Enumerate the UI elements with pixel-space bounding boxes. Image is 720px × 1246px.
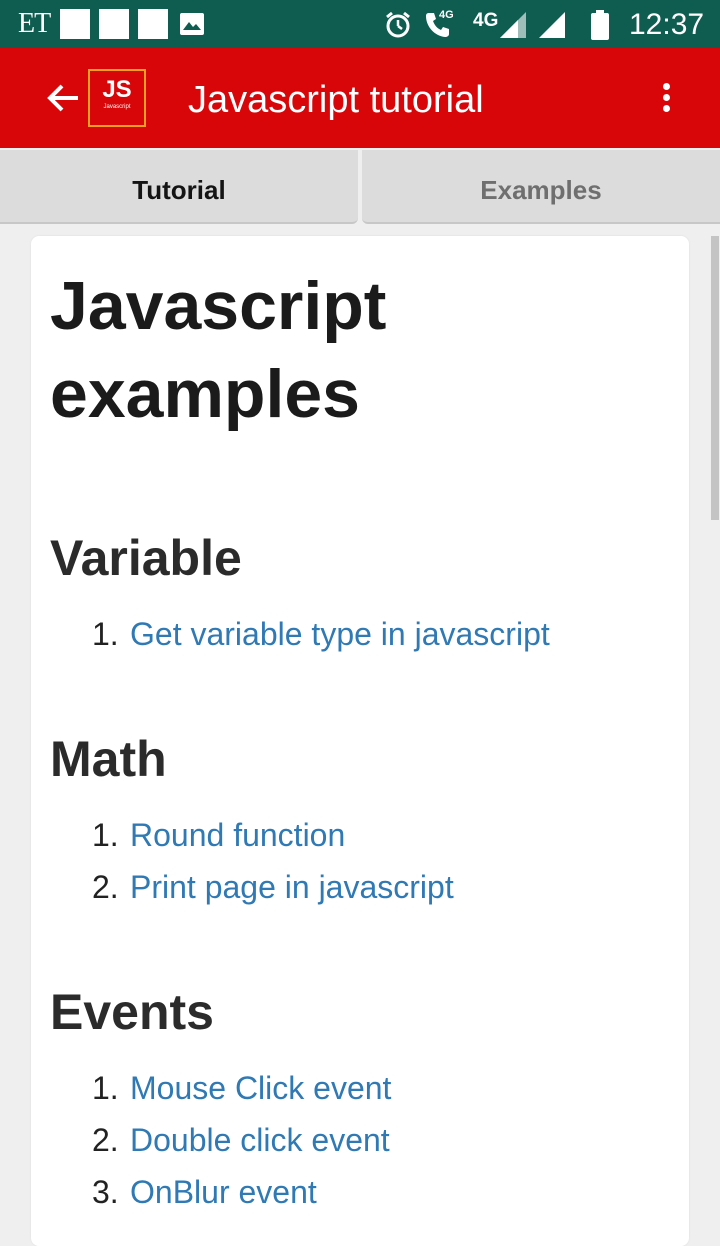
list-number: 2. — [92, 869, 119, 905]
tab-examples[interactable]: Examples — [362, 150, 720, 224]
notification-icon — [99, 9, 129, 39]
list-number: 1. — [92, 817, 119, 853]
page-heading: Javascript examples — [50, 268, 387, 432]
list-item: 2. Double click event — [92, 1120, 390, 1160]
list-number: 1. — [92, 616, 119, 652]
logo-text: JS — [102, 76, 132, 103]
link-mouse-click-event[interactable]: Mouse Click event — [130, 1070, 391, 1106]
logo-subtext: Javascript — [103, 104, 131, 110]
clock: 12:37 — [629, 8, 705, 41]
link-print-page[interactable]: Print page in javascript — [130, 869, 454, 905]
notification-icon — [60, 9, 90, 39]
app-logo: JS Javascript — [88, 69, 146, 127]
section-heading-variable: Variable — [50, 530, 242, 586]
back-arrow-icon[interactable] — [44, 78, 84, 118]
tab-bar: Tutorial Examples — [0, 148, 720, 226]
section-heading-events: Events — [50, 984, 214, 1040]
more-options-icon[interactable] — [655, 83, 677, 119]
notification-icon — [138, 9, 168, 39]
network-type-small: 4G — [439, 9, 454, 21]
app-title: Javascript tutorial — [188, 79, 484, 121]
carrier-label: ET — [18, 8, 51, 39]
app-bar: JS Javascript Javascript tutorial — [0, 48, 720, 148]
list-number: 3. — [92, 1174, 119, 1210]
list-item: 1. Get variable type in javascript — [92, 614, 550, 654]
signal-icon — [500, 12, 526, 38]
image-notification-icon — [180, 13, 204, 35]
battery-icon — [591, 10, 609, 40]
alarm-icon — [386, 11, 410, 38]
link-get-variable-type[interactable]: Get variable type in javascript — [130, 616, 550, 652]
network-type-large: 4G — [473, 10, 499, 31]
list-number: 1. — [92, 1070, 119, 1106]
list-item: 2. Print page in javascript — [92, 867, 454, 907]
status-bar: ET 4G 4G 12:37 — [0, 0, 720, 48]
tab-tutorial[interactable]: Tutorial — [0, 150, 358, 224]
section-heading-math: Math — [50, 731, 167, 787]
scrollbar[interactable] — [711, 236, 719, 520]
link-onblur-event[interactable]: OnBlur event — [130, 1174, 317, 1210]
signal-icon — [539, 12, 565, 38]
link-round-function[interactable]: Round function — [130, 817, 345, 853]
list-item: 3. OnBlur event — [92, 1172, 317, 1212]
list-item: 1. Round function — [92, 815, 345, 855]
list-number: 2. — [92, 1122, 119, 1158]
list-item: 1. Mouse Click event — [92, 1068, 391, 1108]
link-double-click-event[interactable]: Double click event — [130, 1122, 390, 1158]
